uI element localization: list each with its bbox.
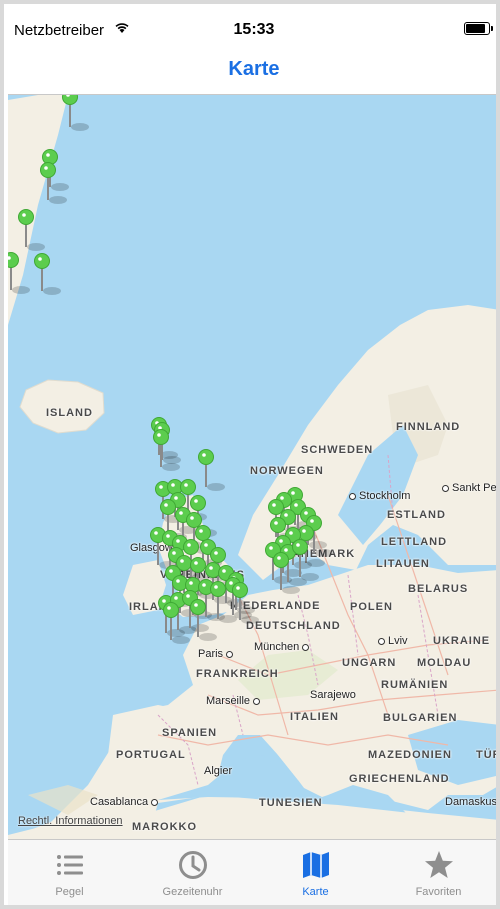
- tab-label-pegel: Pegel: [55, 886, 84, 898]
- map-icon: [303, 852, 329, 878]
- battery-icon: [464, 22, 493, 35]
- gauge-pins-layer: [8, 95, 333, 645]
- star-icon: [425, 851, 453, 878]
- status-bar: Netzbetreiber 15:33: [8, 8, 496, 50]
- tab-bar: Pegel Gezeitenuhr Karte Favoriten: [8, 839, 496, 905]
- page-title: Karte: [228, 58, 280, 80]
- tab-gezeitenuhr[interactable]: Gezeitenuhr: [131, 840, 254, 905]
- tab-label-favoriten: Favoriten: [415, 886, 462, 898]
- gauge-pin[interactable]: [18, 209, 46, 252]
- tab-label-gezeitenuhr: Gezeitenuhr: [162, 886, 223, 898]
- tab-favoriten[interactable]: Favoriten: [377, 840, 496, 905]
- tab-karte[interactable]: Karte: [254, 840, 377, 905]
- gauge-pin[interactable]: [8, 252, 30, 295]
- tab-pegel[interactable]: Pegel: [8, 840, 131, 905]
- tab-label-karte: Karte: [302, 886, 329, 898]
- gauge-pin[interactable]: [153, 429, 181, 472]
- app-frame: Netzbetreiber 15:33 Karte ISLAND FINNLAN…: [0, 0, 500, 909]
- gauge-pin[interactable]: [198, 449, 226, 492]
- clock-icon: [179, 851, 207, 879]
- map-view[interactable]: ISLAND FINNLAND SCHWEDEN NORWEGEN ESTLAN…: [8, 95, 496, 839]
- status-time: 15:33: [233, 21, 275, 38]
- navigation-bar: Karte: [8, 50, 496, 95]
- list-icon: [57, 855, 83, 875]
- gauge-pin[interactable]: [34, 253, 62, 296]
- battery-fill: [466, 24, 485, 33]
- gauge-pin[interactable]: [163, 602, 191, 645]
- gauge-pin[interactable]: [62, 95, 90, 131]
